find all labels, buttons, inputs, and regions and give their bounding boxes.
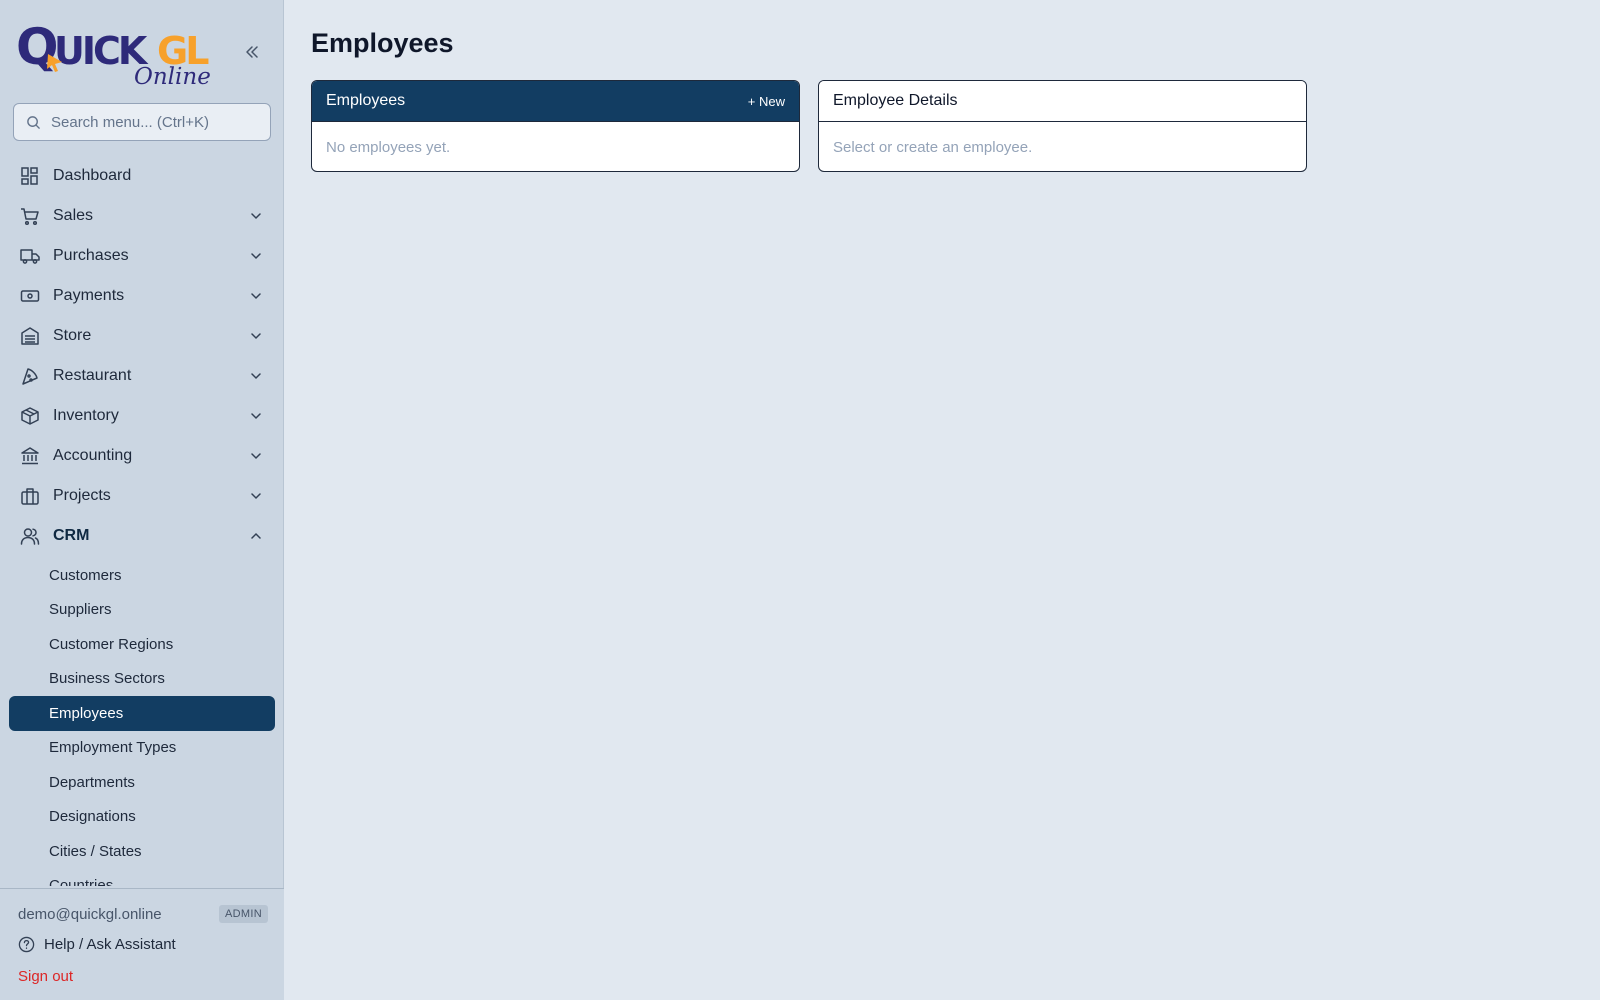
employees-empty-state: No employees yet. xyxy=(326,138,451,156)
help-circle-icon xyxy=(18,936,35,953)
users-icon xyxy=(20,526,40,546)
sidebar: Q UICK GL Online Dashboard Sales xyxy=(0,0,284,1000)
quickgl-logo[interactable]: Q UICK GL Online xyxy=(16,14,216,90)
sidebar-subitem-customers[interactable]: Customers xyxy=(9,558,275,593)
sidebar-item-label: Store xyxy=(53,327,92,344)
sidebar-item-sales[interactable]: Sales xyxy=(0,196,284,236)
search-input[interactable] xyxy=(51,113,251,131)
sidebar-item-purchases[interactable]: Purchases xyxy=(0,236,284,276)
sidebar-subitem-employees[interactable]: Employees xyxy=(9,696,275,731)
chevron-down-icon xyxy=(246,366,266,386)
help-assistant-link[interactable]: Help / Ask Assistant xyxy=(18,936,176,953)
chevron-down-icon xyxy=(246,406,266,426)
pizza-icon xyxy=(20,366,40,386)
sidebar-item-label: Restaurant xyxy=(53,367,132,384)
role-badge: ADMIN xyxy=(219,905,268,923)
chevron-down-icon xyxy=(246,486,266,506)
user-email: demo@quickgl.online xyxy=(18,905,162,923)
sidebar-item-dashboard[interactable]: Dashboard xyxy=(0,156,284,196)
sidebar-item-store[interactable]: Store xyxy=(0,316,284,356)
sidebar-item-label: Accounting xyxy=(53,447,133,464)
search-icon xyxy=(27,115,40,129)
sidebar-item-label: CRM xyxy=(53,527,90,544)
banknote-icon xyxy=(20,286,40,306)
sidebar-subitem-cities-states[interactable]: Cities / States xyxy=(9,834,275,869)
sidebar-item-label: Sales xyxy=(53,207,94,224)
sidebar-subitem-departments[interactable]: Departments xyxy=(9,765,275,800)
chevron-down-icon xyxy=(246,326,266,346)
help-label: Help / Ask Assistant xyxy=(44,936,176,953)
sidebar-item-label: Payments xyxy=(53,287,125,304)
sidebar-item-label: Dashboard xyxy=(53,167,132,184)
dashboard-icon xyxy=(20,166,40,186)
cart-icon xyxy=(20,206,40,226)
sidebar-item-accounting[interactable]: Accounting xyxy=(0,436,284,476)
sidebar-subitem-countries[interactable]: Countries xyxy=(9,869,275,886)
user-info: demo@quickgl.online ADMIN xyxy=(18,905,268,923)
sidebar-item-payments[interactable]: Payments xyxy=(0,276,284,316)
page-title: Employees xyxy=(311,28,454,58)
chevron-down-icon xyxy=(246,286,266,306)
details-empty-state: Select or create an employee. xyxy=(833,138,1033,156)
sidebar-subitem-employment-types[interactable]: Employment Types xyxy=(9,731,275,766)
warehouse-icon xyxy=(20,326,40,346)
chevron-down-icon xyxy=(246,446,266,466)
sidebar-item-label: Projects xyxy=(53,487,111,504)
employees-card-title: Employees xyxy=(326,92,406,109)
chevron-up-icon xyxy=(246,526,266,546)
svg-text:Online: Online xyxy=(134,64,211,88)
chevrons-left-icon xyxy=(246,46,258,58)
sidebar-item-projects[interactable]: Projects xyxy=(0,476,284,516)
sidebar-item-restaurant[interactable]: Restaurant xyxy=(0,356,284,396)
sidebar-item-label: Inventory xyxy=(53,407,119,424)
crm-submenu: Customers Suppliers Customer Regions Bus… xyxy=(0,558,284,886)
sign-out-link[interactable]: Sign out xyxy=(18,968,73,985)
sidebar-item-label: Purchases xyxy=(53,247,129,264)
sidebar-subitem-customer-regions[interactable]: Customer Regions xyxy=(9,627,275,662)
employees-list-card: Employees + New No employees yet. xyxy=(311,80,800,172)
sidebar-subitem-designations[interactable]: Designations xyxy=(9,800,275,835)
search-menu[interactable] xyxy=(13,103,271,141)
sidebar-subitem-suppliers[interactable]: Suppliers xyxy=(9,593,275,628)
svg-text:Q: Q xyxy=(16,18,56,76)
chevron-down-icon xyxy=(246,246,266,266)
chevron-down-icon xyxy=(246,206,266,226)
bank-icon xyxy=(20,446,40,466)
briefcase-icon xyxy=(20,486,40,506)
package-icon xyxy=(20,406,40,426)
collapse-sidebar-button[interactable] xyxy=(240,40,264,64)
details-card-header: Employee Details xyxy=(819,81,1306,122)
truck-icon xyxy=(20,246,40,266)
employee-details-card: Employee Details Select or create an emp… xyxy=(818,80,1307,172)
sidebar-footer: demo@quickgl.online ADMIN Help / Ask Ass… xyxy=(0,888,284,1000)
sidebar-item-crm[interactable]: CRM xyxy=(0,516,284,556)
details-card-title: Employee Details xyxy=(833,92,958,109)
new-employee-button[interactable]: + New xyxy=(748,94,785,109)
sidebar-item-inventory[interactable]: Inventory xyxy=(0,396,284,436)
sidebar-subitem-business-sectors[interactable]: Business Sectors xyxy=(9,662,275,697)
sidebar-nav: Dashboard Sales Purchases Payments Store… xyxy=(0,156,284,886)
employees-card-header: Employees + New xyxy=(312,81,799,122)
